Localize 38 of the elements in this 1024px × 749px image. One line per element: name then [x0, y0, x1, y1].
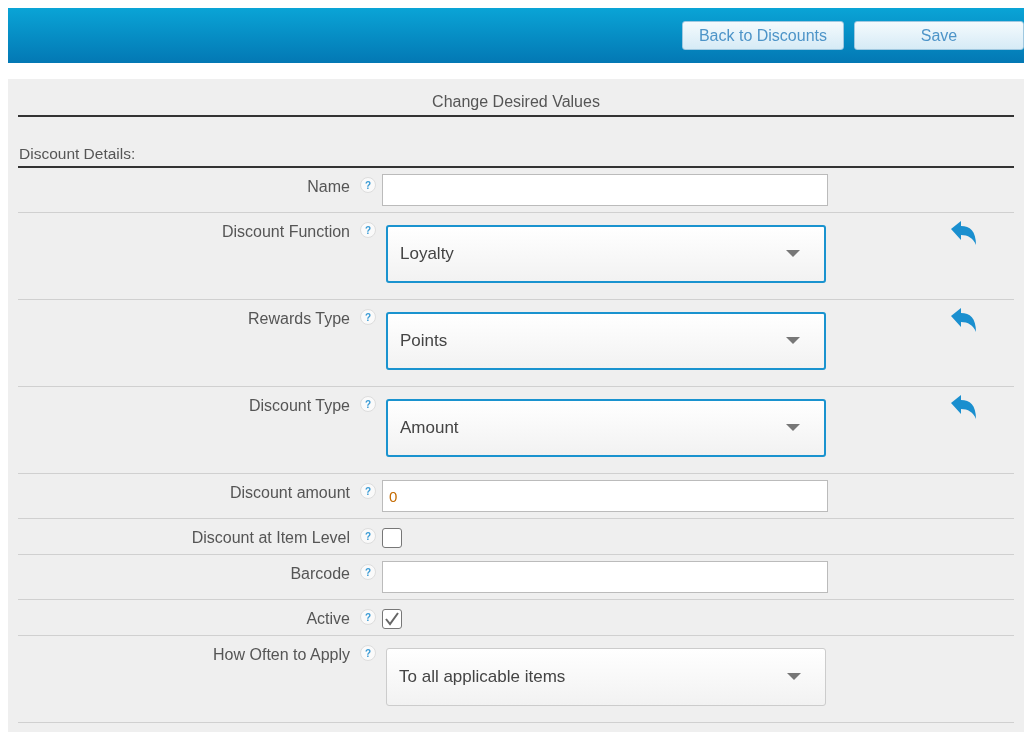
field-label: Barcode: [289, 564, 350, 584]
help-icon[interactable]: ?: [360, 222, 376, 238]
help-icon[interactable]: ?: [360, 177, 376, 193]
back-button[interactable]: Back to Discounts: [681, 21, 844, 50]
caret-icon: [786, 250, 800, 258]
help-icon[interactable]: ?: [360, 645, 376, 661]
section-heading: Discount Details:: [18, 117, 1014, 168]
input-field[interactable]: [382, 561, 828, 593]
field-label: Discount Function: [220, 222, 350, 242]
help-icon[interactable]: ?: [360, 309, 376, 325]
help-icon[interactable]: ?: [360, 528, 376, 544]
undo-icon[interactable]: [950, 307, 978, 333]
caret-icon: [787, 673, 801, 681]
form-title: Change Desired Values: [18, 79, 1014, 117]
field-label: Name: [306, 177, 350, 197]
input-field[interactable]: [382, 174, 828, 206]
input-field[interactable]: 0: [382, 480, 828, 512]
caret-icon: [786, 337, 800, 345]
undo-icon[interactable]: [950, 394, 978, 420]
help-icon[interactable]: ?: [360, 483, 376, 499]
undo-icon[interactable]: [950, 220, 978, 246]
checkbox[interactable]: [382, 609, 402, 629]
field-label: How Often to Apply: [212, 645, 350, 665]
help-icon[interactable]: ?: [360, 609, 376, 625]
field-label: Discount Type: [247, 396, 350, 416]
help-icon[interactable]: ?: [360, 396, 376, 412]
dropdown[interactable]: Points: [386, 312, 826, 370]
field-label: Active: [305, 609, 350, 629]
dropdown[interactable]: Amount: [386, 399, 826, 457]
caret-icon: [786, 424, 800, 432]
dropdown[interactable]: Loyalty: [386, 225, 826, 283]
field-label: Discount at Item Level: [190, 528, 350, 548]
save-button[interactable]: Save: [854, 21, 1024, 50]
help-icon[interactable]: ?: [360, 564, 376, 580]
field-label: Discount amount: [228, 483, 350, 503]
dropdown[interactable]: To all applicable items: [386, 648, 826, 706]
field-label: Rewards Type: [247, 309, 350, 329]
checkbox[interactable]: [382, 528, 402, 548]
